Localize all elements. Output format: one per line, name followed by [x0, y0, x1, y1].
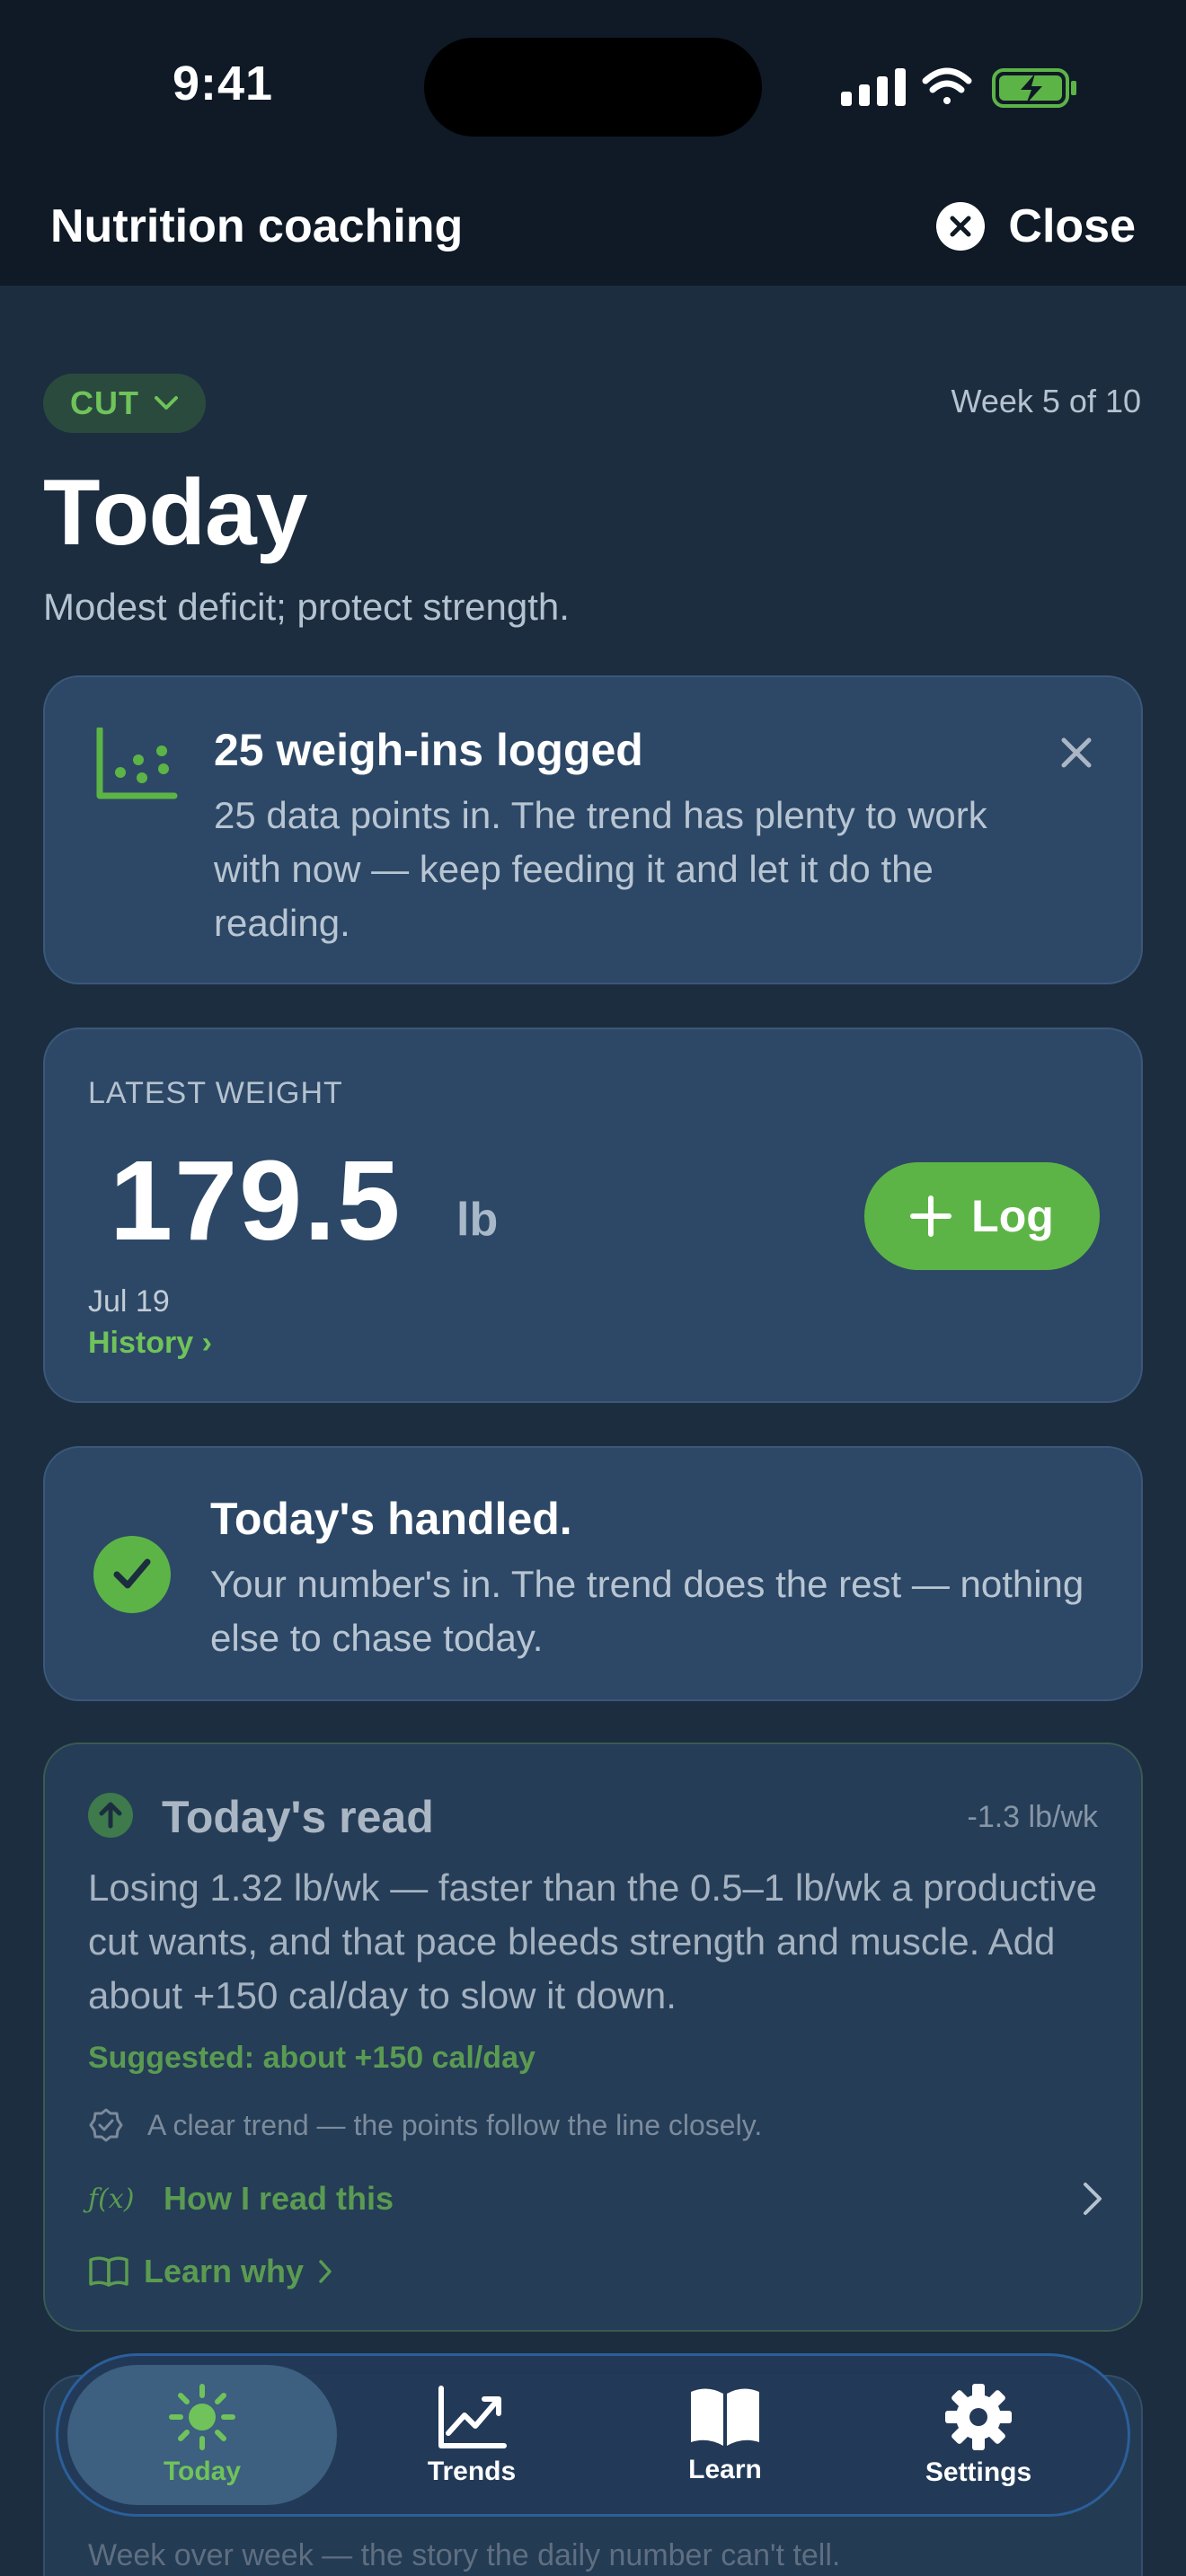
- weight-value: 179.5: [110, 1137, 403, 1264]
- quality-note-text: A clear trend — the points follow the li…: [147, 2108, 763, 2141]
- tab-settings[interactable]: Settings: [844, 2365, 1113, 2505]
- log-weight-button[interactable]: Log: [864, 1162, 1100, 1270]
- dismiss-icon[interactable]: [1060, 737, 1093, 769]
- arrow-up-icon: [88, 1793, 133, 1838]
- trend-quality-note: A clear trend — the points follow the li…: [88, 2107, 762, 2143]
- dynamic-island: [424, 38, 762, 137]
- phase-selector[interactable]: CUT: [43, 374, 206, 433]
- weight-unit: lb: [456, 1194, 499, 1246]
- read-rate: -1.3 lb/wk: [967, 1800, 1099, 1834]
- close-icon: [936, 202, 986, 251]
- read-title: Today's read: [162, 1792, 434, 1842]
- close-button[interactable]: Close: [936, 199, 1136, 253]
- log-label: Log: [971, 1191, 1054, 1241]
- milestone-title: 25 weigh-ins logged: [214, 725, 643, 775]
- function-icon: ƒ(x): [88, 2183, 135, 2215]
- gear-icon: [945, 2384, 1012, 2450]
- learn-why-label: Learn why: [144, 2253, 305, 2289]
- close-label: Close: [1008, 200, 1136, 252]
- how-i-read-this-row[interactable]: ƒ(x) How I read this: [88, 2174, 1103, 2224]
- tab-label: Learn: [688, 2455, 762, 2484]
- wifi-icon: [922, 67, 972, 104]
- tab-label: Settings: [925, 2457, 1032, 2487]
- page-title: Today: [43, 461, 308, 565]
- read-body: Losing 1.32 lb/wk — faster than the 0.5–…: [88, 1866, 1097, 2016]
- sun-icon: [169, 2384, 235, 2450]
- todays-read-card: Today's read -1.3 lb/wk Losing 1.32 lb/w…: [43, 1742, 1143, 2332]
- checkmark-icon: [93, 1536, 171, 1613]
- verified-badge-icon: [89, 2108, 123, 2142]
- chevron-right-icon: [319, 2260, 332, 2283]
- weight-date: Jul 19: [88, 1284, 170, 1319]
- nav-title: Nutrition coaching: [50, 200, 464, 252]
- status-icons: [841, 67, 1076, 108]
- scatter-chart-icon: [96, 728, 178, 799]
- chevron-down-icon: [155, 396, 178, 410]
- tab-trends[interactable]: Trends: [337, 2365, 606, 2505]
- tab-label: Trends: [427, 2457, 517, 2486]
- week-progress: Week 5 of 10: [951, 383, 1141, 419]
- plus-icon: [910, 1195, 952, 1237]
- phase-label: CUT: [70, 384, 139, 421]
- weekly-summary-text: Week over week — the story the daily num…: [88, 2538, 841, 2572]
- page-subtitle: Modest deficit; protect strength.: [43, 586, 570, 628]
- status-time: 9:41: [173, 57, 274, 110]
- status-title: Today's handled.: [210, 1494, 572, 1544]
- tab-today[interactable]: Today: [67, 2365, 337, 2505]
- book-icon: [691, 2388, 759, 2446]
- book-outline-icon: [89, 2256, 128, 2287]
- chart-line-icon: [438, 2386, 507, 2448]
- how-i-read-this-label: How I read this: [164, 2180, 394, 2217]
- milestone-card: 25 weigh-ins logged 25 data points in. T…: [43, 675, 1143, 984]
- latest-weight-card: LATEST WEIGHT 179.5 lb Jul 19 History › …: [43, 1028, 1143, 1403]
- status-card: Today's handled. Your number's in. The t…: [43, 1446, 1143, 1701]
- tab-learn[interactable]: Learn: [590, 2365, 860, 2505]
- tab-bar: Today Trends Learn Settings: [56, 2353, 1130, 2517]
- status-body: Your number's in. The trend does the res…: [210, 1563, 1084, 1659]
- screen: 9:41 Nutrition coaching Close CUT Week 5…: [0, 0, 1186, 2576]
- battery-charging-icon: [992, 68, 1076, 108]
- milestone-body: 25 data points in. The trend has plenty …: [214, 794, 987, 944]
- suggestion-text: Suggested: about +150 cal/day: [88, 2041, 535, 2075]
- chevron-right-icon: [1084, 2183, 1102, 2215]
- learn-why-link[interactable]: Learn why: [88, 2253, 332, 2290]
- history-link[interactable]: History ›: [88, 1326, 212, 1361]
- cellular-icon: [841, 68, 906, 106]
- latest-weight-label: LATEST WEIGHT: [88, 1076, 343, 1110]
- tab-label: Today: [163, 2457, 242, 2486]
